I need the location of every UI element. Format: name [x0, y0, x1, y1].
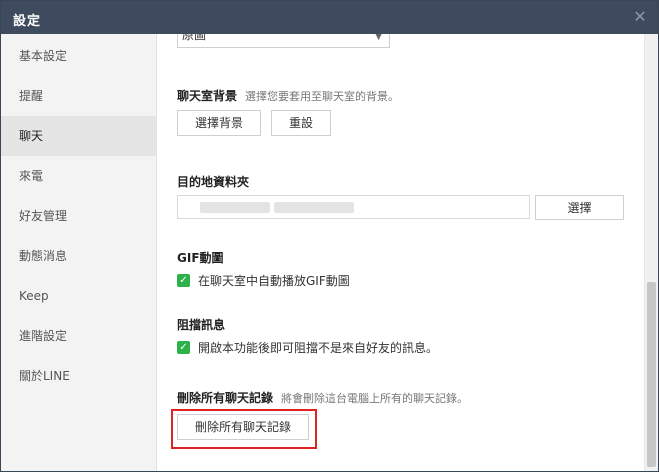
scrollbar-thumb[interactable]: [647, 282, 656, 467]
sidebar-item-friends[interactable]: 好友管理: [1, 196, 156, 236]
delete-section-title: 刪除所有聊天記錄 將會刪除這台電腦上所有的聊天記錄。: [177, 389, 468, 406]
gif-autoplay-label: 在聊天室中自動播放GIF動圖: [198, 274, 350, 288]
sidebar-item-chats[interactable]: 聊天: [1, 116, 156, 156]
image-quality-dropdown[interactable]: 原圖 ▼: [177, 34, 390, 48]
dropdown-value: 原圖: [182, 34, 207, 42]
sidebar-item-notifications[interactable]: 提醒: [1, 76, 156, 116]
block-messages-label: 開啟本功能後即可阻擋不是來自好友的訊息。: [198, 341, 439, 355]
title-bar: 設定 ✕: [1, 1, 658, 34]
redacted-path: [274, 202, 354, 213]
block-section-title: 阻擋訊息: [177, 318, 226, 332]
sidebar-item-label: 來電: [19, 169, 44, 183]
close-icon[interactable]: ✕: [630, 7, 650, 27]
background-section-title: 聊天室背景 選擇您要套用至聊天室的背景。: [177, 87, 399, 104]
sidebar-item-label: Keep: [19, 289, 49, 303]
settings-sidebar: 基本設定 提醒 聊天 來電 好友管理 動態消息 Keep 進階設定 關於LINE: [1, 34, 157, 471]
sidebar-item-advanced[interactable]: 進階設定: [1, 316, 156, 356]
sidebar-item-timeline[interactable]: 動態消息: [1, 236, 156, 276]
delete-all-chats-button[interactable]: 刪除所有聊天記錄: [177, 414, 309, 440]
content-scrollbar[interactable]: [644, 34, 658, 471]
sidebar-item-label: 聊天: [19, 129, 44, 143]
settings-content: 原圖 ▼ 聊天室背景 選擇您要套用至聊天室的背景。 選擇背景 重設 目的地資料夾 …: [157, 34, 644, 471]
delete-description: 將會刪除這台電腦上所有的聊天記錄。: [281, 392, 469, 405]
settings-window: 設定 ✕ 基本設定 提醒 聊天 來電 好友管理 動態消息 Keep 進階設定 關…: [0, 0, 659, 472]
block-messages-checkbox[interactable]: ✓: [177, 341, 190, 354]
gif-section-title: GIF動圖: [177, 251, 224, 265]
sidebar-item-keep[interactable]: Keep: [1, 276, 156, 316]
folder-path-field: [177, 195, 530, 219]
sidebar-item-calls[interactable]: 來電: [1, 156, 156, 196]
sidebar-item-label: 動態消息: [19, 249, 68, 263]
sidebar-item-label: 好友管理: [19, 209, 68, 223]
window-title: 設定: [13, 14, 42, 29]
sidebar-item-label: 基本設定: [19, 49, 68, 63]
background-description: 選擇您要套用至聊天室的背景。: [245, 90, 400, 103]
delete-title: 刪除所有聊天記錄: [177, 391, 274, 405]
reset-background-button[interactable]: 重設: [271, 110, 331, 136]
gif-autoplay-checkbox[interactable]: ✓: [177, 274, 190, 287]
sidebar-item-label: 進階設定: [19, 329, 68, 343]
chevron-down-icon: ▼: [375, 34, 382, 42]
sidebar-item-label: 關於LINE: [19, 369, 70, 383]
sidebar-item-label: 提醒: [19, 89, 44, 103]
choose-folder-button[interactable]: 選擇: [535, 195, 624, 220]
sidebar-item-basic[interactable]: 基本設定: [1, 36, 156, 76]
folder-section-title: 目的地資料夾: [177, 175, 250, 189]
select-background-button[interactable]: 選擇背景: [177, 110, 261, 136]
sidebar-item-about[interactable]: 關於LINE: [1, 356, 156, 396]
redacted-path: [200, 202, 270, 213]
background-title: 聊天室背景: [177, 89, 238, 103]
